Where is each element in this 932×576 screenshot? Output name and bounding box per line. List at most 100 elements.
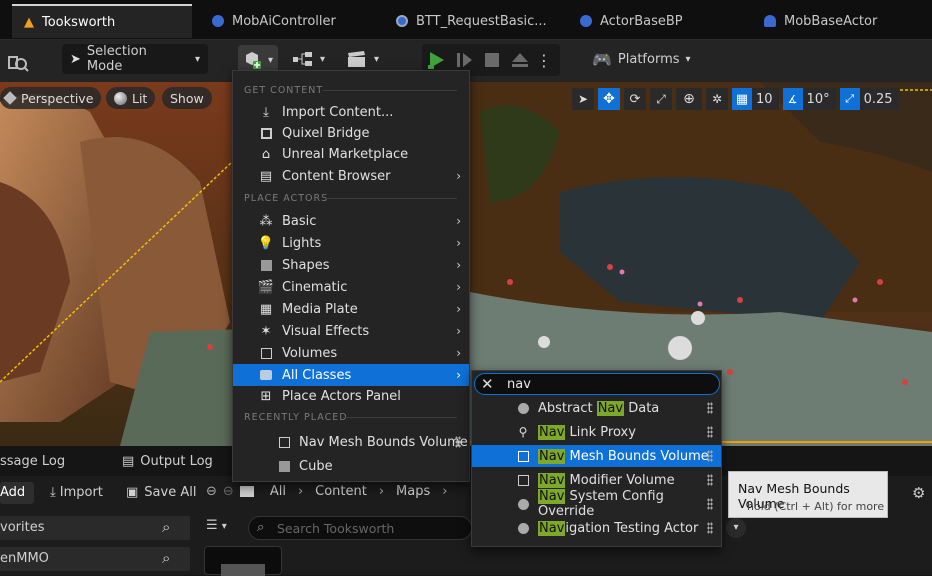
perspective-button[interactable]: Perspective — [0, 87, 102, 109]
menu-item-visual-effects[interactable]: ✶ Visual Effects › — [233, 320, 469, 342]
content-browser-icon[interactable] — [8, 48, 34, 78]
class-item-nav-system-config-override[interactable]: Nav System Config Override — [472, 489, 721, 519]
film-icon: ▦ — [259, 301, 273, 317]
selection-mode-dropdown[interactable]: ➤ Selection Mode ▾ — [62, 44, 208, 74]
drag-handle-icon[interactable] — [707, 450, 713, 462]
breadcrumb-all[interactable]: All — [270, 484, 286, 499]
link-proxy-icon: ⚲ — [518, 425, 528, 439]
grid-icon: ▦ — [732, 88, 752, 110]
menu-item-lights[interactable]: 💡 Lights › — [233, 232, 469, 254]
view-mode-button[interactable]: Lit — [106, 87, 156, 109]
actor-icon — [764, 15, 776, 27]
class-item-nav-link-proxy[interactable]: ⚲ Nav Link Proxy — [472, 421, 721, 443]
scale-snap-toggle[interactable]: ⤢ 0.25 — [839, 88, 899, 110]
settings-gear-icon[interactable]: ⚙ — [912, 484, 925, 502]
chevron-right-icon: › — [456, 258, 461, 272]
project-section[interactable]: enMMO ⌕ — [0, 547, 190, 571]
chevron-right-icon: › — [456, 169, 461, 183]
menu-item-media-plate[interactable]: ▦ Media Plate › — [233, 298, 469, 320]
volume-box-icon — [259, 346, 273, 360]
clear-search-icon[interactable]: ✕ — [481, 375, 494, 393]
tab-mobaicontroller[interactable]: MobAiController — [200, 4, 348, 38]
breadcrumb-maps[interactable]: Maps — [396, 484, 430, 499]
scale-tool-icon[interactable]: ⤢ — [650, 88, 672, 110]
rotation-snap-toggle[interactable]: ∡ 10° — [782, 88, 836, 110]
search-icon[interactable]: ⌕ — [162, 549, 170, 567]
blueprint-nodes-icon — [293, 52, 312, 66]
breadcrumb-content[interactable]: Content — [315, 484, 367, 499]
search-icon[interactable]: ⌕ — [162, 518, 170, 536]
back-icon[interactable]: ⊖ — [206, 484, 217, 499]
viewport-transform-toolbar: ➤ ✥ ⟳ ⤢ ⊕ ✲ ▦ 10 ∡ 10° ⤢ 0.25 — [572, 87, 932, 111]
menu-item-content-browser[interactable]: ▤ Content Browser › — [233, 165, 469, 187]
step-icon[interactable] — [450, 51, 478, 69]
class-item-abstract-nav-data[interactable]: Abstract Nav Data — [472, 397, 721, 419]
volume-icon — [516, 473, 530, 487]
menu-item-place-actors-panel[interactable]: ⊞ Place Actors Panel — [233, 385, 469, 407]
platforms-dropdown[interactable]: 🎮 Platforms ▾ — [592, 44, 692, 74]
import-icon: ⤓ — [263, 104, 269, 120]
menu-item-basic[interactable]: ⁂ Basic › — [233, 210, 469, 232]
clapperboard-icon: 🎬 — [257, 279, 275, 295]
cursor-icon: ➤ — [70, 51, 81, 67]
world-space-icon[interactable]: ⊕ — [676, 88, 702, 110]
move-tool-icon[interactable]: ✥ — [598, 88, 620, 110]
tab-mobbaseactor[interactable]: MobBaseActor — [752, 4, 889, 38]
chevron-down-icon: ▾ — [685, 53, 691, 65]
volume-icon — [516, 449, 530, 463]
select-tool-icon[interactable]: ➤ — [572, 88, 594, 110]
drag-handle-icon[interactable] — [707, 522, 713, 534]
show-button[interactable]: Show — [162, 87, 212, 109]
drag-handle-icon[interactable] — [455, 436, 461, 448]
tab-tooksworth[interactable]: ▲ Tooksworth — [12, 4, 192, 38]
play-icon[interactable] — [422, 50, 450, 70]
menu-item-recent-cube[interactable]: Cube — [233, 455, 469, 477]
volume-icon — [277, 435, 291, 449]
drag-handle-icon[interactable] — [707, 498, 713, 510]
blueprint-icon — [580, 15, 592, 27]
save-all-button[interactable]: ▣ Save All — [126, 485, 196, 500]
chevron-down-icon[interactable]: ▾ — [726, 518, 746, 538]
filter-dropdown[interactable]: ☰ ▾ — [206, 518, 227, 533]
search-icon: ⌕ — [257, 520, 265, 535]
class-item-nav-mesh-bounds-volume[interactable]: Nav Mesh Bounds Volume — [472, 445, 721, 467]
content-browser-icon: ▤ — [259, 168, 273, 184]
menu-item-import-content[interactable]: ⤓ Import Content... — [233, 101, 469, 123]
menu-item-all-classes[interactable]: All Classes › — [233, 364, 469, 386]
stop-icon[interactable] — [478, 53, 506, 67]
chevron-right-icon: › — [456, 280, 461, 294]
menu-item-recent-nav-mesh[interactable]: Nav Mesh Bounds Volume — [233, 431, 469, 453]
eject-icon[interactable] — [506, 52, 534, 68]
menu-item-shapes[interactable]: Shapes › — [233, 254, 469, 276]
favorites-section[interactable]: vorites ⌕ — [0, 516, 190, 540]
tab-actorbasebp[interactable]: ActorBaseBP — [568, 4, 695, 38]
grid-snap-toggle[interactable]: ▦ 10 — [732, 88, 779, 110]
more-options-icon[interactable]: ⋮ — [534, 51, 554, 70]
menu-item-volumes[interactable]: Volumes › — [233, 342, 469, 364]
chevron-right-icon: › — [456, 302, 461, 316]
drag-handle-icon[interactable] — [707, 426, 713, 438]
class-search-input[interactable]: ✕ nav — [474, 373, 720, 395]
drag-handle-icon[interactable] — [707, 474, 713, 486]
place-actors-icon: ⊞ — [260, 388, 272, 404]
menu-item-unreal-marketplace[interactable]: ⌂ Unreal Marketplace — [233, 143, 469, 165]
log-icon: ▤ — [122, 454, 135, 469]
menu-item-cinematic[interactable]: 🎬 Cinematic › — [233, 276, 469, 298]
class-item-nav-modifier-volume[interactable]: Nav Modifier Volume — [472, 469, 721, 491]
menu-item-quixel-bridge[interactable]: Quixel Bridge — [233, 122, 469, 144]
rotate-tool-icon[interactable]: ⟳ — [624, 88, 646, 110]
tab-output-log[interactable]: ▤ Output Log — [122, 454, 213, 469]
sparkle-icon: ✶ — [260, 323, 272, 339]
drag-handle-icon[interactable] — [707, 402, 713, 414]
forward-icon[interactable]: ⊖ — [223, 484, 234, 499]
class-item-navigation-testing-actor[interactable]: Navigation Testing Actor — [472, 517, 721, 539]
tab-message-log[interactable]: ssage Log — [0, 454, 65, 469]
add-button[interactable]: Add — [0, 482, 34, 504]
tab-btt-requestbasic[interactable]: BTT_RequestBasic... — [384, 4, 559, 38]
bridge-icon — [259, 126, 273, 140]
asset-thumbnail[interactable] — [204, 546, 282, 576]
import-button[interactable]: ⤓ Import — [50, 485, 103, 500]
surface-snap-icon[interactable]: ✲ — [706, 88, 728, 110]
asset-search-input[interactable]: ⌕ Search Tooksworth — [248, 516, 472, 540]
cube-add-icon — [246, 52, 261, 69]
